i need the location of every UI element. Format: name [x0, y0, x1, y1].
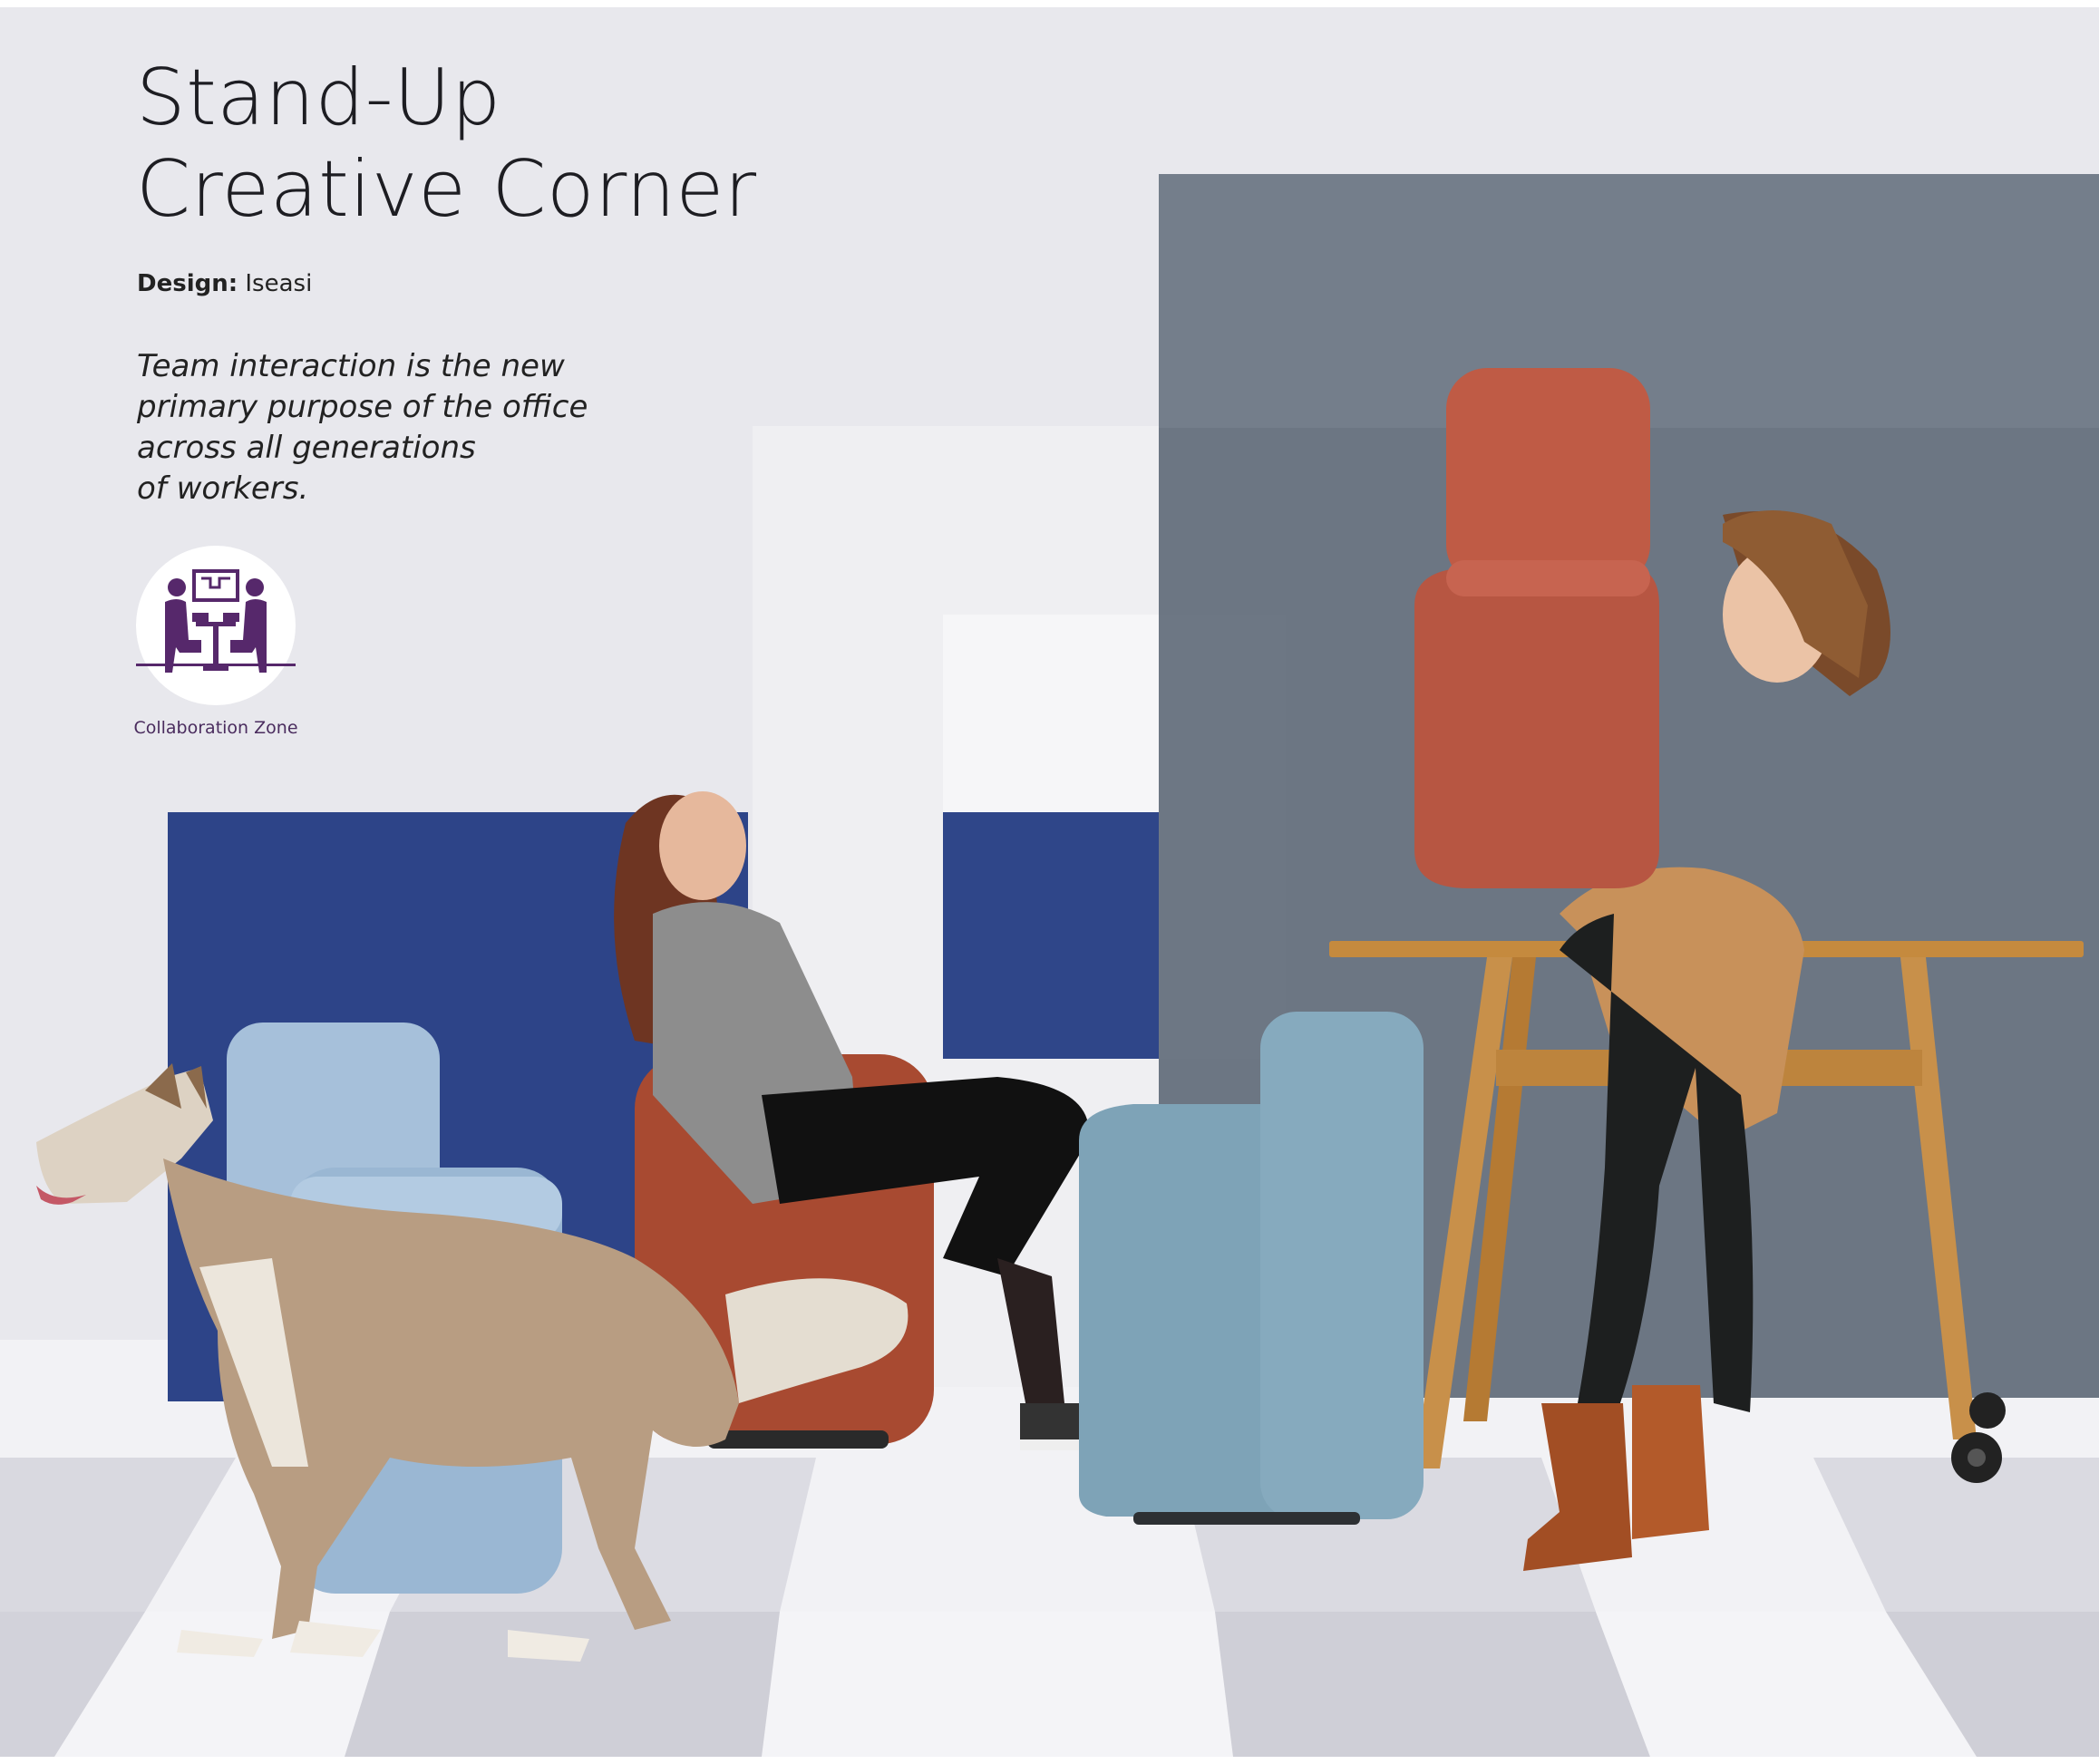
quote-line-3: across all generations — [137, 430, 476, 466]
design-label: Design: — [137, 270, 238, 297]
collaboration-zone-icon — [136, 546, 296, 705]
page-title: Stand-Up Creative Corner — [136, 53, 757, 236]
lifted-orange-chair — [1414, 368, 1659, 888]
navy-panel-center — [943, 812, 1159, 1059]
tagline-quote: Team interaction is the new primary purp… — [137, 346, 645, 509]
white-panel-inner — [943, 615, 1161, 823]
design-credit: Design: Iseasi — [137, 270, 312, 297]
title-line-2: Creative Corner — [136, 144, 757, 235]
quote-line-1: Team interaction is the new — [137, 348, 565, 384]
designer-name: Iseasi — [245, 270, 313, 297]
catalog-page: Stand-Up Creative Corner Design: Iseasi … — [0, 7, 2099, 1757]
title-line-1: Stand-Up — [136, 53, 501, 143]
badge-label: Collaboration Zone — [133, 718, 298, 738]
quote-line-4: of workers. — [137, 470, 309, 507]
slate-panel-small — [1159, 615, 1286, 1059]
quote-line-2: primary purpose of the office — [137, 389, 588, 425]
scene-photo — [0, 174, 2099, 1757]
